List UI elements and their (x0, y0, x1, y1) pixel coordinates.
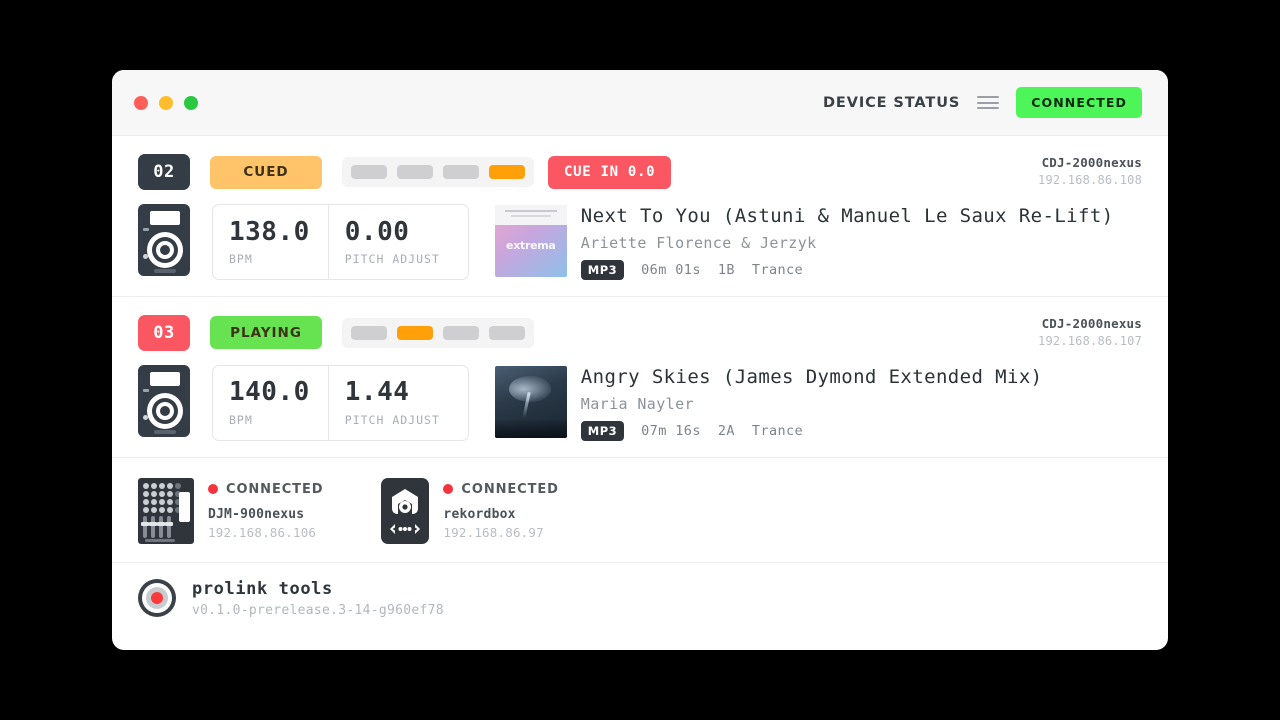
deck-03-pitch-label: PITCH ADJUST (344, 412, 440, 427)
deck-03-device-info: CDJ-2000nexus 192.168.86.107 (1038, 316, 1142, 349)
deck-02-bpm-value: 138.0 (229, 216, 310, 247)
deck-03-track-text: Angry Skies (James Dymond Extended Mix) … (580, 365, 1043, 441)
app-version: v0.1.0-prerelease.3-14-g960ef78 (192, 602, 444, 618)
app-window: DEVICE STATUS CONNECTED 02 CUED CUE IN 0… (112, 70, 1168, 650)
deck-03-genre: Trance (751, 422, 804, 439)
deck-02-bpm-metric: 138.0 BPM (213, 205, 328, 279)
deck-03-track-artist: Maria Nayler (580, 394, 694, 413)
mixer-icon (138, 477, 194, 544)
deck-03-play-state-badge: PLAYING (210, 316, 322, 350)
mixer-status-row: CONNECTED (208, 482, 323, 497)
deck-02-format-badge: MP3 (580, 259, 625, 280)
beat-segment-2 (397, 325, 433, 340)
deck-02-device-info: CDJ-2000nexus 192.168.86.108 (1038, 155, 1142, 188)
deck-02-beat-indicator (342, 157, 534, 187)
title-bar: DEVICE STATUS CONNECTED (112, 70, 1168, 136)
status-dot-icon (208, 484, 218, 494)
deck-03-musical-key: 2A (717, 422, 735, 439)
rekordbox-status-text: CONNECTED (461, 481, 559, 497)
rekordbox-icon (381, 477, 430, 544)
app-identity: prolink tools v0.1.0-prerelease.3-14-g96… (192, 579, 444, 618)
deck-02-device-name: CDJ-2000nexus (1041, 155, 1142, 171)
deck-02-album-artwork: extrema (494, 205, 567, 277)
deck-02-track-title: Next To You (Astuni & Manuel Le Saux Re-… (580, 205, 1114, 227)
peripheral-item-rekordbox: CONNECTED rekordbox 192.168.86.97 (381, 477, 558, 544)
cdj-player-icon (138, 204, 190, 276)
mixer-info: CONNECTED DJM-900nexus 192.168.86.106 (208, 478, 323, 540)
deck-02-track-meta: MP3 06m 01s 1B Trance (580, 259, 1114, 280)
page-title: DEVICE STATUS (822, 94, 961, 111)
peripheral-devices-list: CONNECTED DJM-900nexus 192.168.86.106 CO… (112, 458, 1168, 563)
deck-02-status-bar: 02 CUED CUE IN 0.0 CDJ-2000nexus 192.168… (138, 154, 1142, 190)
deck-03-detail-row: 140.0 BPM 1.44 PITCH ADJUST Angry Skies … (138, 364, 1142, 441)
beat-segment-4 (489, 165, 525, 179)
app-body: 02 CUED CUE IN 0.0 CDJ-2000nexus 192.168… (112, 136, 1168, 650)
deck-02-musical-key: 1B (717, 261, 735, 278)
maximize-window-button[interactable] (184, 95, 198, 110)
deck-02-track: extrema Next To You (Astuni & Manuel Le … (494, 204, 1114, 280)
screen-background: DEVICE STATUS CONNECTED 02 CUED CUE IN 0… (0, 0, 1280, 720)
deck-03-track: Angry Skies (James Dymond Extended Mix) … (494, 365, 1043, 441)
beat-segment-1 (351, 165, 387, 179)
mixer-device-name: DJM-900nexus (208, 506, 305, 522)
hamburger-icon[interactable] (977, 94, 1000, 111)
deck-02-detail-row: 138.0 BPM 0.00 PITCH ADJUST extrema Next… (138, 204, 1142, 280)
deck-03-track-title: Angry Skies (James Dymond Extended Mix) (580, 365, 1043, 388)
deck-03-bpm-label: BPM (229, 412, 253, 427)
beat-segment-3 (443, 325, 479, 340)
deck-02-track-artist: Ariette Florence & Jerzyk (580, 233, 817, 252)
header-right-controls: DEVICE STATUS CONNECTED (823, 87, 1142, 118)
global-connection-status-badge: CONNECTED (1016, 87, 1142, 118)
rekordbox-status-row: CONNECTED (443, 482, 558, 497)
deck-03-number-badge: 03 (138, 314, 190, 351)
deck-02-metrics: 138.0 BPM 0.00 PITCH ADJUST (212, 204, 469, 280)
cdj-player-icon (138, 364, 190, 437)
deck-03-album-artwork (494, 365, 567, 438)
deck-03-device-name: CDJ-2000nexus (1041, 316, 1142, 332)
beat-segment-1 (351, 325, 387, 340)
deck-03-metrics: 140.0 BPM 1.44 PITCH ADJUST (212, 364, 469, 441)
deck-02-duration: 06m 01s (641, 261, 701, 278)
mixer-device-ip: 192.168.86.106 (208, 524, 317, 540)
deck-03-device-ip: 192.168.86.107 (1038, 334, 1142, 349)
beat-segment-4 (489, 325, 525, 340)
deck-03-pitch-value: 1.44 (344, 377, 410, 408)
minimize-window-button[interactable] (159, 95, 173, 110)
mixer-status-text: CONNECTED (226, 481, 324, 497)
deck-03-track-meta: MP3 07m 16s 2A Trance (580, 420, 1043, 441)
deck-02-device-ip: 192.168.86.108 (1038, 173, 1142, 188)
peripheral-item-mixer: CONNECTED DJM-900nexus 192.168.86.106 (138, 477, 323, 544)
deck-03-duration: 07m 16s (641, 422, 701, 439)
traffic-lights (134, 95, 198, 110)
deck-03-bpm-value: 140.0 (229, 377, 310, 408)
prolink-logo-icon (138, 579, 176, 617)
deck-02-number-badge: 02 (138, 154, 190, 190)
beat-segment-2 (397, 165, 433, 179)
deck-02-artwork-text: extrema (506, 239, 556, 252)
app-name: prolink tools (192, 578, 333, 599)
deck-02-cue-countdown-badge: CUE IN 0.0 (548, 155, 672, 189)
deck-02-play-state-badge: CUED (210, 155, 322, 189)
deck-03-beat-indicator (342, 317, 534, 348)
deck-02-pitch-label: PITCH ADJUST (344, 252, 440, 267)
status-dot-icon (443, 484, 454, 494)
app-footer: prolink tools v0.1.0-prerelease.3-14-g96… (112, 563, 1168, 634)
deck-03-format-badge: MP3 (580, 420, 625, 441)
deck-03-status-bar: 03 PLAYING CDJ-2000nexus 192.168.86.107 (138, 314, 1142, 351)
deck-03-pitch-metric: 1.44 PITCH ADJUST (327, 365, 468, 440)
rekordbox-device-ip: 192.168.86.97 (443, 524, 544, 540)
deck-03-bpm-metric: 140.0 BPM (213, 366, 328, 440)
deck-02-genre: Trance (751, 261, 804, 278)
deck-02-pitch-metric: 0.00 PITCH ADJUST (327, 205, 468, 279)
rekordbox-info: CONNECTED rekordbox 192.168.86.97 (443, 478, 558, 540)
beat-segment-3 (443, 165, 479, 179)
rekordbox-device-name: rekordbox (443, 506, 516, 522)
deck-02-pitch-value: 0.00 (344, 216, 410, 247)
deck-02-track-text: Next To You (Astuni & Manuel Le Saux Re-… (580, 205, 1114, 280)
close-window-button[interactable] (134, 95, 148, 110)
deck-row-02: 02 CUED CUE IN 0.0 CDJ-2000nexus 192.168… (112, 136, 1168, 297)
deck-02-bpm-label: BPM (229, 252, 253, 267)
deck-row-03: 03 PLAYING CDJ-2000nexus 192.168.86.107 (112, 297, 1168, 458)
